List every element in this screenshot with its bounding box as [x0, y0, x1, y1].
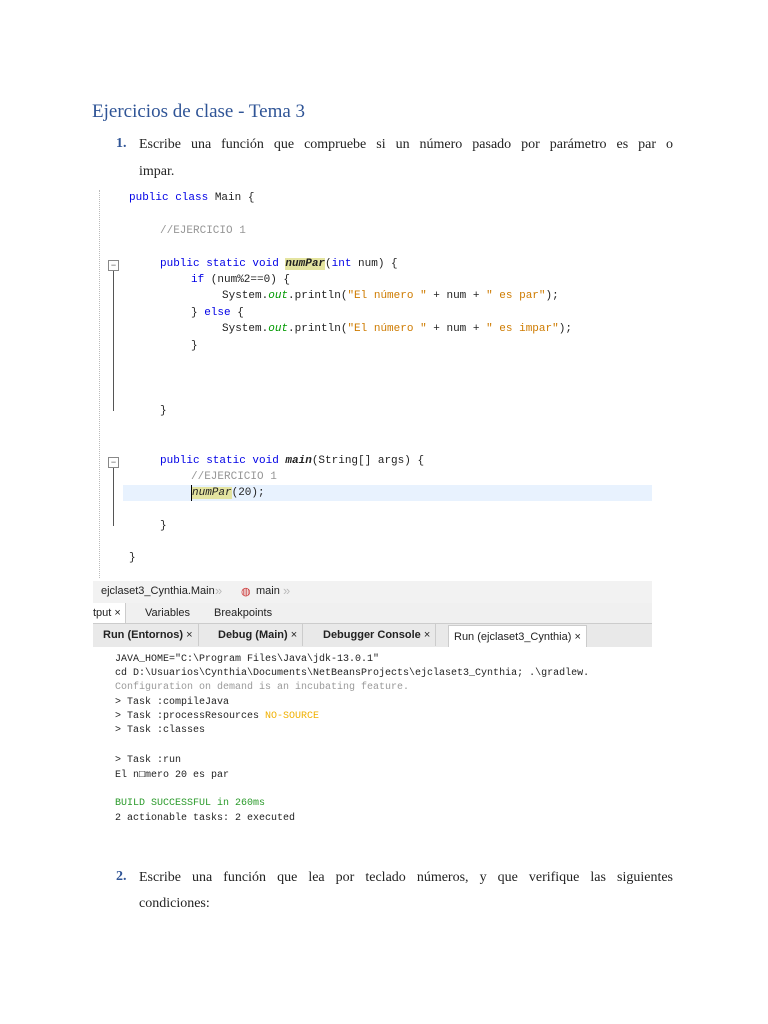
fold-line: [113, 271, 114, 411]
close-icon[interactable]: ×: [424, 629, 430, 641]
code-line: }: [191, 340, 198, 352]
console-line: > Task :processResources NO-SOURCE: [115, 711, 320, 722]
editor-gutter: [93, 190, 100, 578]
ide-output-screenshot: ejclaset3_Cynthia.Main » ◍ main » tput ×…: [93, 578, 652, 835]
item-number: 2.: [116, 869, 127, 884]
close-icon[interactable]: ×: [574, 631, 580, 643]
close-icon[interactable]: ×: [291, 629, 297, 641]
code-line: numPar(20);: [191, 485, 265, 501]
tab-variables[interactable]: Variables: [145, 607, 190, 619]
console-line: > Task :run: [115, 755, 182, 766]
item-text: condiciones:: [139, 896, 210, 911]
chevron-right-icon: »: [283, 583, 291, 598]
tab-run-ejclaset3[interactable]: Run (ejclaset3_Cynthia) ×: [448, 625, 587, 648]
tab-debugger-console[interactable]: Debugger Console ×: [318, 624, 437, 646]
console-line: > Task :compileJava: [115, 697, 230, 708]
output-tabs: Run (Entornos) × Debug (Main) × Debugger…: [93, 624, 652, 648]
breadcrumb-method[interactable]: main: [256, 585, 280, 597]
item-text: Escribe una función que lea por teclado …: [139, 870, 673, 885]
code-line: } else {: [191, 307, 244, 319]
breadcrumb-class[interactable]: ejclaset3_Cynthia.Main: [101, 585, 215, 597]
tab-breakpoints[interactable]: Breakpoints: [214, 607, 272, 619]
console-line: BUILD SUCCESSFUL in 260ms: [115, 798, 266, 809]
page-title: Ejercicios de clase - Tema 3: [92, 101, 306, 122]
code-line: System.out.println("El número " + num + …: [222, 323, 572, 335]
code-line: //EJERCICIO 1: [160, 225, 246, 237]
tab-debug-main[interactable]: Debug (Main) ×: [213, 624, 304, 646]
console-line: 2 actionable tasks: 2 executed: [115, 813, 296, 824]
chevron-right-icon: »: [215, 583, 223, 598]
console-line: cd D:\Usuarios\Cynthia\Documents\NetBean…: [115, 668, 590, 679]
console-line: > Task :classes: [115, 725, 206, 733]
code-line: //EJERCICIO 1: [191, 471, 277, 483]
fold-icon: −: [108, 457, 119, 468]
item-text: impar.: [139, 164, 175, 179]
close-icon[interactable]: ×: [186, 629, 192, 641]
output-console: JAVA_HOME="C:\Program Files\Java\jdk-13.…: [93, 647, 652, 835]
method-icon: ◍: [241, 586, 251, 598]
code-line: }: [160, 405, 167, 417]
tab-run-entornos[interactable]: Run (Entornos) ×: [98, 624, 199, 646]
code-line: public static void main(String[] args) {: [160, 455, 425, 467]
breadcrumb: ejclaset3_Cynthia.Main » ◍ main »: [93, 581, 652, 604]
fold-icon: −: [108, 260, 119, 271]
code-line: if (num%2==0) {: [191, 274, 291, 286]
item-text: Escribe una función que compruebe si un …: [139, 137, 673, 152]
code-editor-screenshot: − − public class Main { //EJERCICIO 1 pu…: [93, 190, 652, 578]
close-icon[interactable]: ×: [114, 607, 120, 619]
fold-line: [113, 468, 114, 526]
code-line: }: [129, 552, 136, 564]
document-page: Ejercicios de clase - Tema 3 1. Escribe …: [0, 0, 768, 1024]
console-line: Configuration on demand is an incubating…: [115, 682, 410, 693]
tab-output[interactable]: tput ×: [93, 603, 126, 623]
code-line: public class Main {: [129, 192, 255, 204]
item-number: 1.: [116, 136, 127, 151]
panel-tabs: tput × Variables Breakpoints: [93, 603, 652, 624]
code-line: public static void numPar(int num) {: [160, 258, 398, 270]
code-line: }: [160, 520, 167, 532]
code-line: System.out.println("El número " + num + …: [222, 290, 559, 302]
console-line: JAVA_HOME="C:\Program Files\Java\jdk-13.…: [115, 654, 380, 665]
console-line: El n□mero 20 es par: [115, 770, 230, 781]
